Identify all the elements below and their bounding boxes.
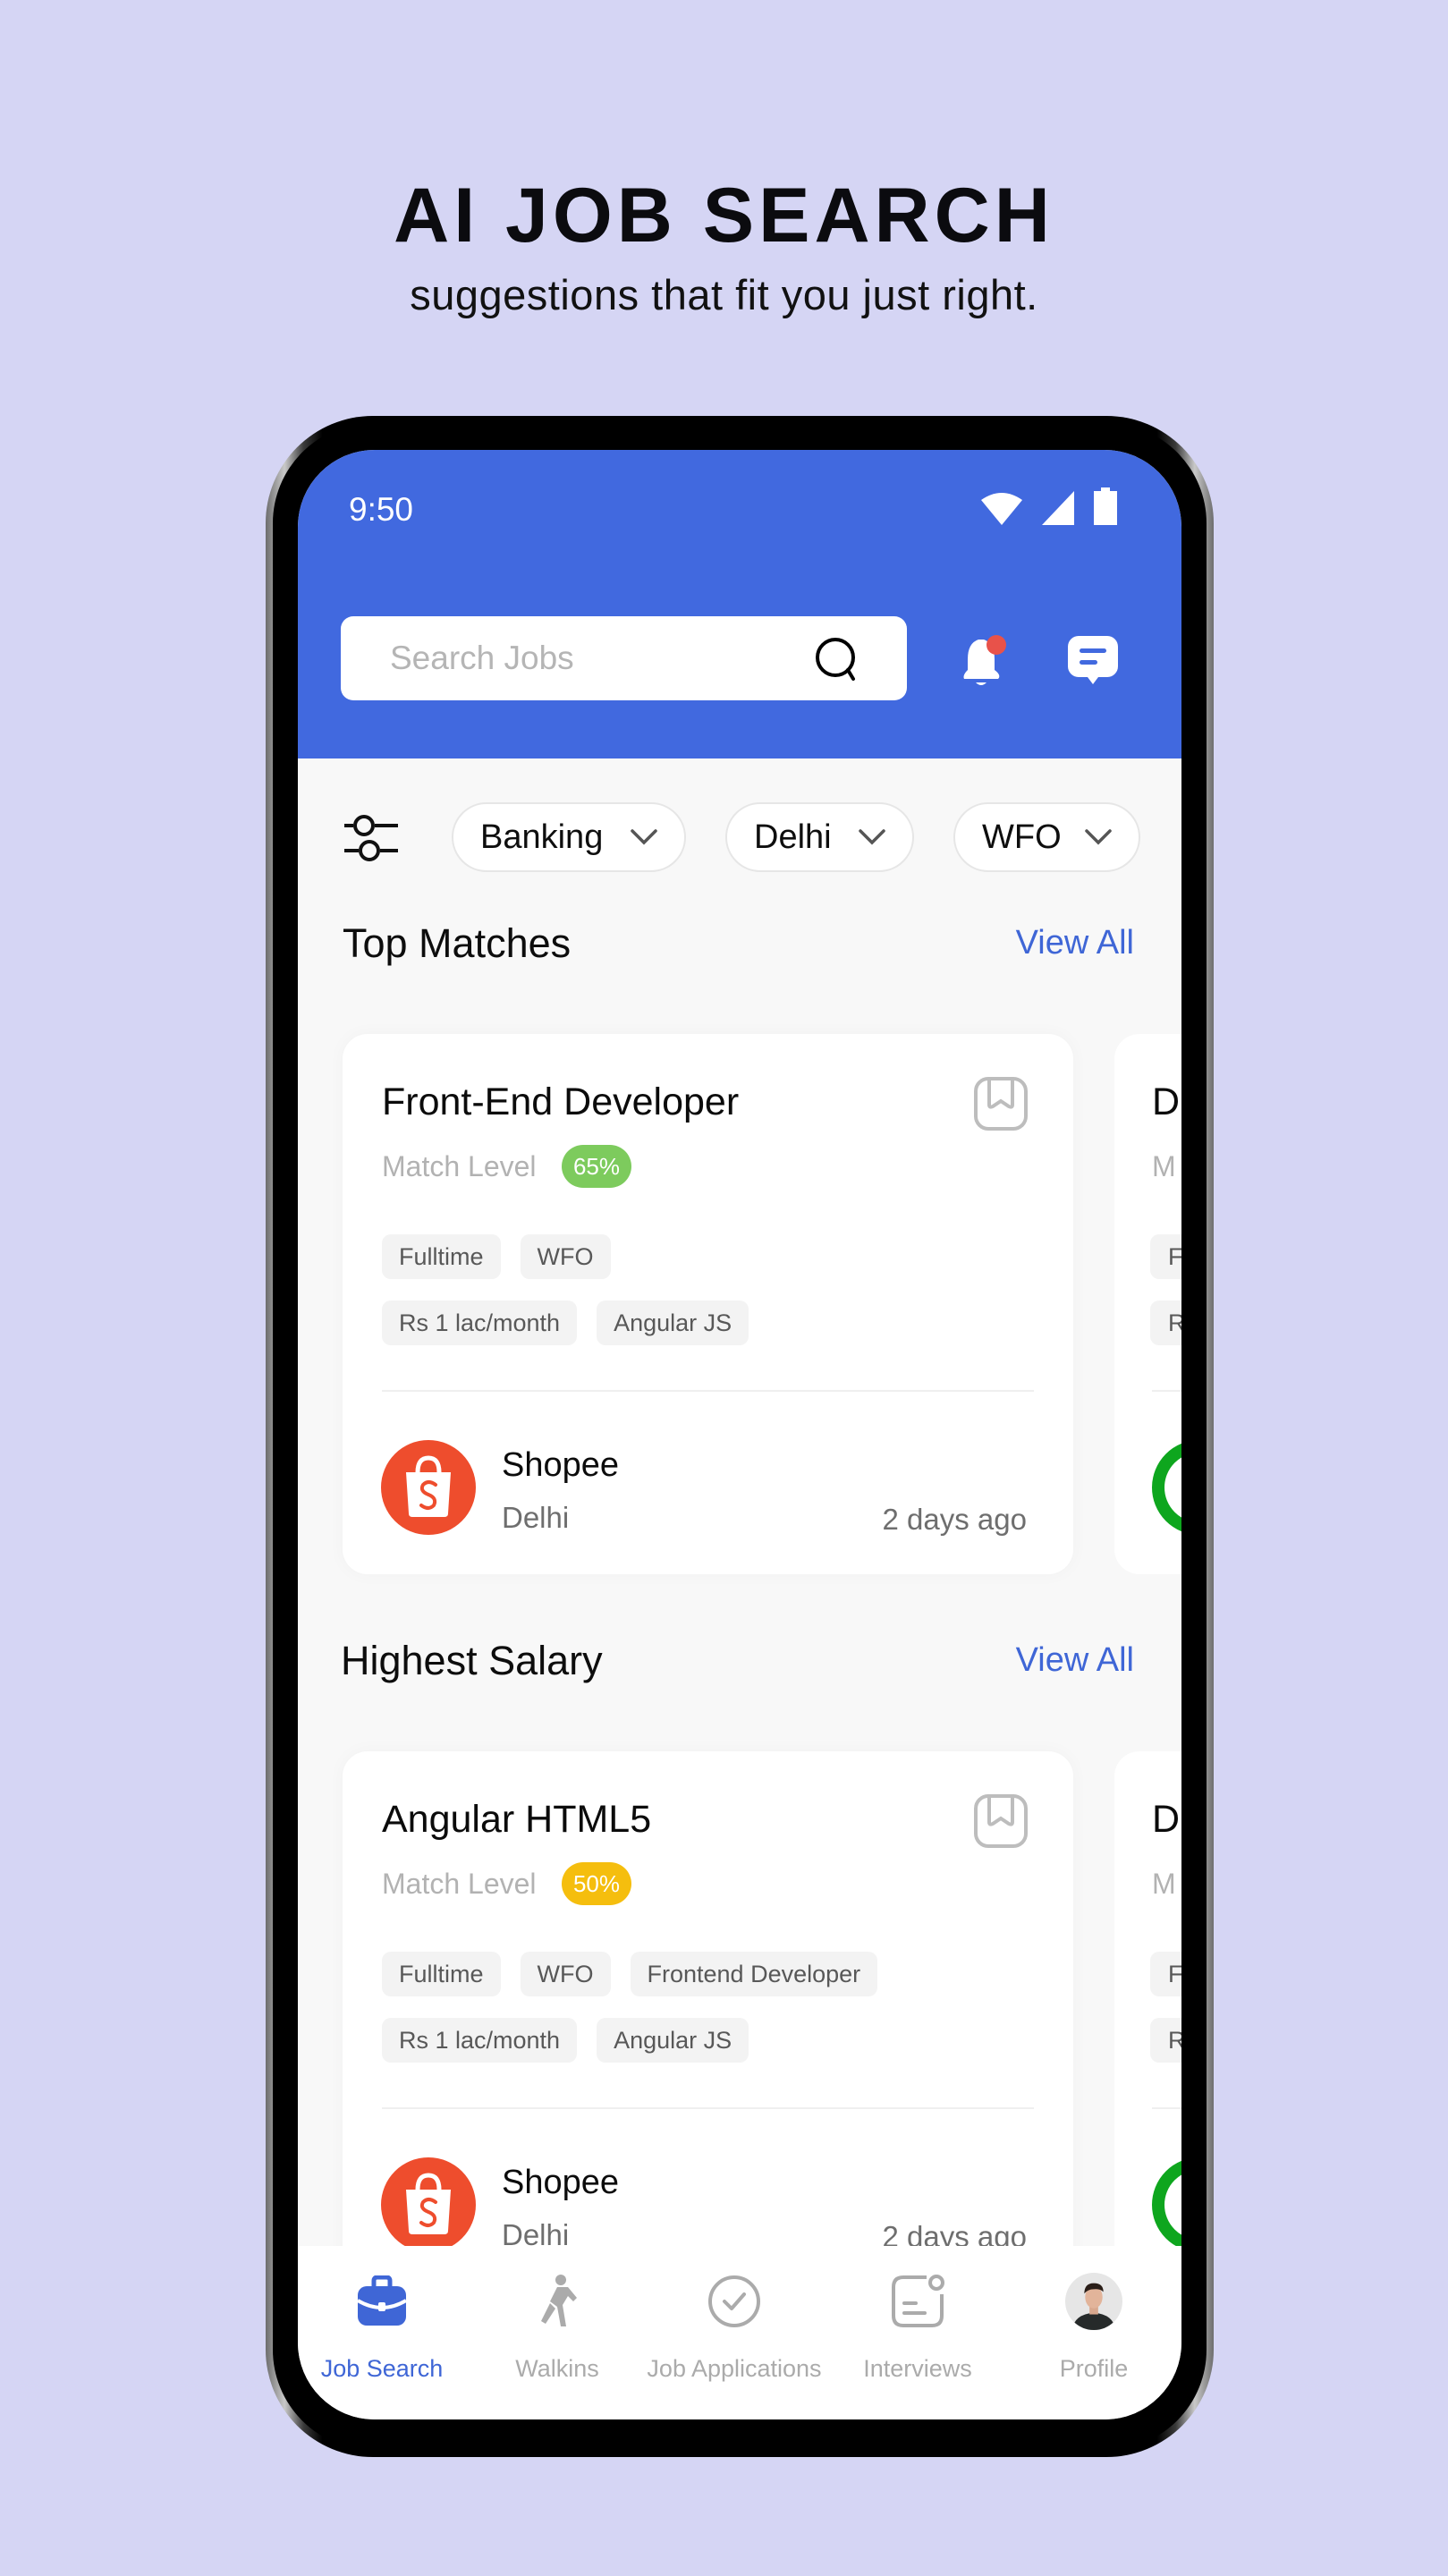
nav-item-job-applications[interactable]: Job Applications xyxy=(645,2246,824,2419)
match-level-badge: 50% xyxy=(562,1862,631,1905)
check-circle-icon xyxy=(706,2273,763,2330)
app-screen: 9:50 Search Jobs Banking Delhi WFO Top M… xyxy=(298,450,1181,2419)
nav-item-job-search[interactable]: Job Search xyxy=(298,2246,471,2419)
filter-chip-location[interactable]: Delhi xyxy=(725,802,914,872)
promo-subtitle: suggestions that fit you just right. xyxy=(410,271,1038,318)
search-icon[interactable] xyxy=(814,636,862,684)
wifi-icon xyxy=(981,493,1022,525)
bookmark-icon[interactable] xyxy=(973,1076,1029,1131)
job-location: Delhi xyxy=(502,1501,570,1534)
match-level-label: Match Level xyxy=(382,1150,537,1182)
tag-salary: Rs 1 lac/month xyxy=(382,2018,578,2063)
tag-salary: Rs 1 lac/month xyxy=(382,1301,578,1345)
tag-employment-type: Fulltime xyxy=(382,1234,501,1279)
chevron-down-icon xyxy=(1085,829,1112,845)
briefcase-icon xyxy=(353,2273,411,2330)
job-card[interactable]: Front-End Developer Match Level 65% Full… xyxy=(343,1034,1073,1574)
status-icons xyxy=(981,487,1117,525)
tag: R xyxy=(1150,2018,1181,2063)
chip-label: Delhi xyxy=(754,818,832,856)
tag: F xyxy=(1150,1952,1181,1996)
view-all-top-matches-link[interactable]: View All xyxy=(1016,924,1134,962)
bookmark-icon[interactable] xyxy=(973,1793,1029,1849)
posted-time: 2 days ago xyxy=(882,1503,1027,1536)
nav-label: Job Applications xyxy=(647,2355,822,2382)
bottom-nav: Job Search Walkins Job Applications Inte… xyxy=(298,2246,1181,2419)
avatar-icon xyxy=(1065,2273,1122,2330)
chip-label: Banking xyxy=(480,818,604,856)
chip-label: WFO xyxy=(982,818,1062,856)
job-card[interactable]: Angular HTML5 Match Level 50% Fulltime W… xyxy=(343,1751,1073,2292)
job-card-next-peek[interactable]: D M F R xyxy=(1114,1751,1181,2292)
company-name: Shopee xyxy=(502,2164,620,2201)
view-all-highest-salary-link[interactable]: View All xyxy=(1016,1641,1134,1680)
search-input[interactable]: Search Jobs xyxy=(341,616,907,700)
tag: R xyxy=(1150,1301,1181,1345)
job-title: D xyxy=(1152,1080,1181,1123)
notification-bell-icon[interactable] xyxy=(961,634,1011,688)
promo-title: AI JOB SEARCH xyxy=(394,173,1054,258)
tag-skill: Angular JS xyxy=(597,1301,749,1345)
job-card-next-peek[interactable]: D M F R xyxy=(1114,1034,1181,1574)
walking-person-icon xyxy=(529,2273,586,2330)
match-level-label: Match Level xyxy=(382,1868,537,1900)
section-title-highest-salary: Highest Salary xyxy=(341,1638,603,1683)
filter-chip-industry[interactable]: Banking xyxy=(452,802,686,872)
filter-chip-work-mode[interactable]: WFO xyxy=(953,802,1140,872)
job-title: Front-End Developer xyxy=(382,1080,740,1123)
status-time: 9:50 xyxy=(349,491,414,528)
card-divider xyxy=(382,2107,1034,2109)
match-level-label: M xyxy=(1152,1868,1176,1900)
card-divider xyxy=(382,1390,1034,1392)
nav-label: Job Search xyxy=(320,2355,444,2382)
shopee-logo-icon xyxy=(381,2157,476,2252)
chevron-down-icon xyxy=(631,829,657,845)
match-level-label: M xyxy=(1152,1150,1176,1182)
tag-skill: Angular JS xyxy=(597,2018,749,2063)
battery-icon xyxy=(1094,487,1117,525)
app-header: 9:50 Search Jobs xyxy=(298,450,1181,758)
shopee-logo-icon xyxy=(381,1440,476,1535)
filter-row: Banking Delhi WFO xyxy=(298,802,1181,872)
tag-work-mode: WFO xyxy=(520,1234,611,1279)
interview-note-icon xyxy=(889,2273,946,2330)
nav-item-interviews[interactable]: Interviews xyxy=(828,2246,1007,2419)
job-tags: Fulltime WFO Frontend Developer Rs 1 lac… xyxy=(382,1952,1044,2084)
tag-employment-type: Fulltime xyxy=(382,1952,501,1996)
nav-label: Walkins xyxy=(515,2355,599,2382)
signal-icon xyxy=(1042,491,1074,525)
company-logo-icon xyxy=(1152,2157,1181,2252)
filter-sliders-icon[interactable] xyxy=(344,809,398,863)
company-name: Shopee xyxy=(502,1446,620,1484)
nav-item-profile[interactable]: Profile xyxy=(1004,2246,1181,2419)
search-placeholder: Search Jobs xyxy=(390,640,574,676)
job-tags: Fulltime WFO Rs 1 lac/month Angular JS xyxy=(382,1234,1044,1367)
chat-icon[interactable] xyxy=(1068,636,1118,686)
nav-label: Interviews xyxy=(863,2355,972,2382)
job-title: D xyxy=(1152,1798,1181,1841)
company-logo-icon xyxy=(1152,1440,1181,1535)
tag-work-mode: WFO xyxy=(520,1952,611,1996)
card-divider xyxy=(1152,1390,1181,1392)
nav-label: Profile xyxy=(1059,2355,1129,2382)
job-title: Angular HTML5 xyxy=(382,1798,652,1841)
card-divider xyxy=(1152,2107,1181,2109)
tag: F xyxy=(1150,1234,1181,1279)
chevron-down-icon xyxy=(859,829,885,845)
tag-role: Frontend Developer xyxy=(630,1952,878,1996)
notification-badge xyxy=(987,635,1006,655)
match-level-badge: 65% xyxy=(562,1145,631,1188)
nav-item-walkins[interactable]: Walkins xyxy=(468,2246,647,2419)
section-title-top-matches: Top Matches xyxy=(343,920,572,966)
